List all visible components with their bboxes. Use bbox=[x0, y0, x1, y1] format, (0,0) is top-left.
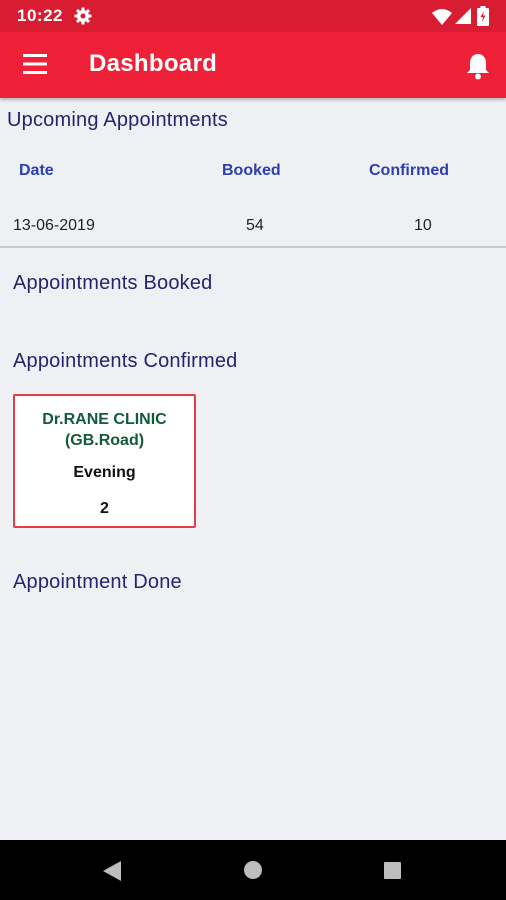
page-title: Dashboard bbox=[89, 50, 218, 77]
clinic-name-line1: Dr.RANE CLINIC bbox=[42, 411, 167, 428]
appointments-confirmed-title: Appointments Confirmed bbox=[13, 350, 238, 372]
upcoming-appointments-title: Upcoming Appointments bbox=[7, 109, 228, 131]
column-header-confirmed: Confirmed bbox=[369, 162, 449, 179]
divider bbox=[0, 246, 506, 248]
battery-icon bbox=[477, 6, 489, 26]
confirmed-appointment-card[interactable]: Dr.RANE CLINIC (GB.Road) Evening 2 bbox=[13, 394, 196, 528]
wifi-icon bbox=[432, 9, 452, 25]
clinic-name-line2: (GB.Road) bbox=[64, 432, 145, 449]
gear-icon bbox=[74, 7, 92, 25]
column-header-date: Date bbox=[19, 162, 54, 179]
column-header-booked: Booked bbox=[222, 162, 281, 179]
recents-icon[interactable] bbox=[384, 862, 401, 879]
home-icon[interactable] bbox=[244, 861, 262, 879]
app-bar: Dashboard bbox=[0, 32, 506, 98]
cell-booked: 54 bbox=[246, 217, 264, 234]
back-icon[interactable] bbox=[102, 860, 122, 882]
clinic-name: Dr.RANE CLINIC (GB.Road) bbox=[15, 409, 194, 451]
signal-icon bbox=[455, 8, 471, 24]
cell-date: 13-06-2019 bbox=[13, 217, 95, 234]
status-time: 10:22 bbox=[17, 6, 63, 25]
bell-icon[interactable] bbox=[465, 52, 491, 80]
status-bar: 10:22 bbox=[0, 0, 506, 32]
appointment-count: 2 bbox=[100, 500, 109, 517]
cell-confirmed: 10 bbox=[414, 217, 432, 234]
appointment-done-title: Appointment Done bbox=[13, 571, 182, 593]
session-label: Evening bbox=[73, 464, 136, 481]
menu-icon[interactable] bbox=[23, 53, 47, 75]
appointments-booked-title: Appointments Booked bbox=[13, 272, 213, 294]
